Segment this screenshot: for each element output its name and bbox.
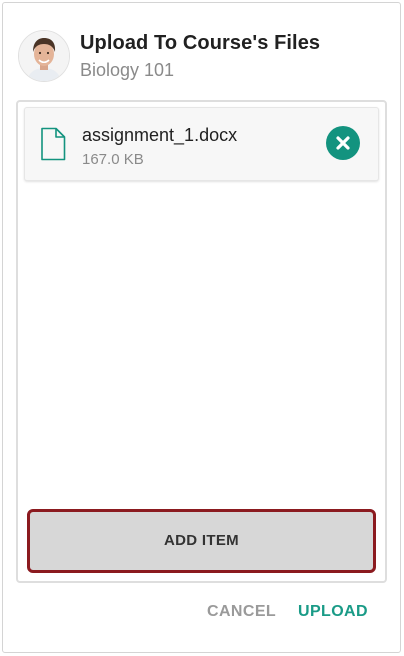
file-list: assignment_1.docx 167.0 KB ADD ITEM [16,100,387,583]
dialog-header: Upload To Course's Files Biology 101 [3,3,400,99]
upload-dialog: Upload To Course's Files Biology 101 ass… [2,2,401,653]
remove-file-button[interactable] [326,126,360,160]
avatar-image [19,31,69,81]
file-name: assignment_1.docx [82,125,238,145]
file-size: 167.0 KB [82,151,144,168]
file-list-item: assignment_1.docx 167.0 KB [24,107,379,181]
document-icon [40,127,66,161]
dialog-title: Upload To Course's Files [80,32,321,54]
course-name: Biology 101 [80,60,175,80]
close-icon [326,126,360,160]
add-item-button[interactable]: ADD ITEM [27,509,376,573]
upload-button[interactable]: UPLOAD [298,603,368,621]
cancel-button[interactable]: CANCEL [207,603,276,621]
user-avatar [18,30,70,82]
